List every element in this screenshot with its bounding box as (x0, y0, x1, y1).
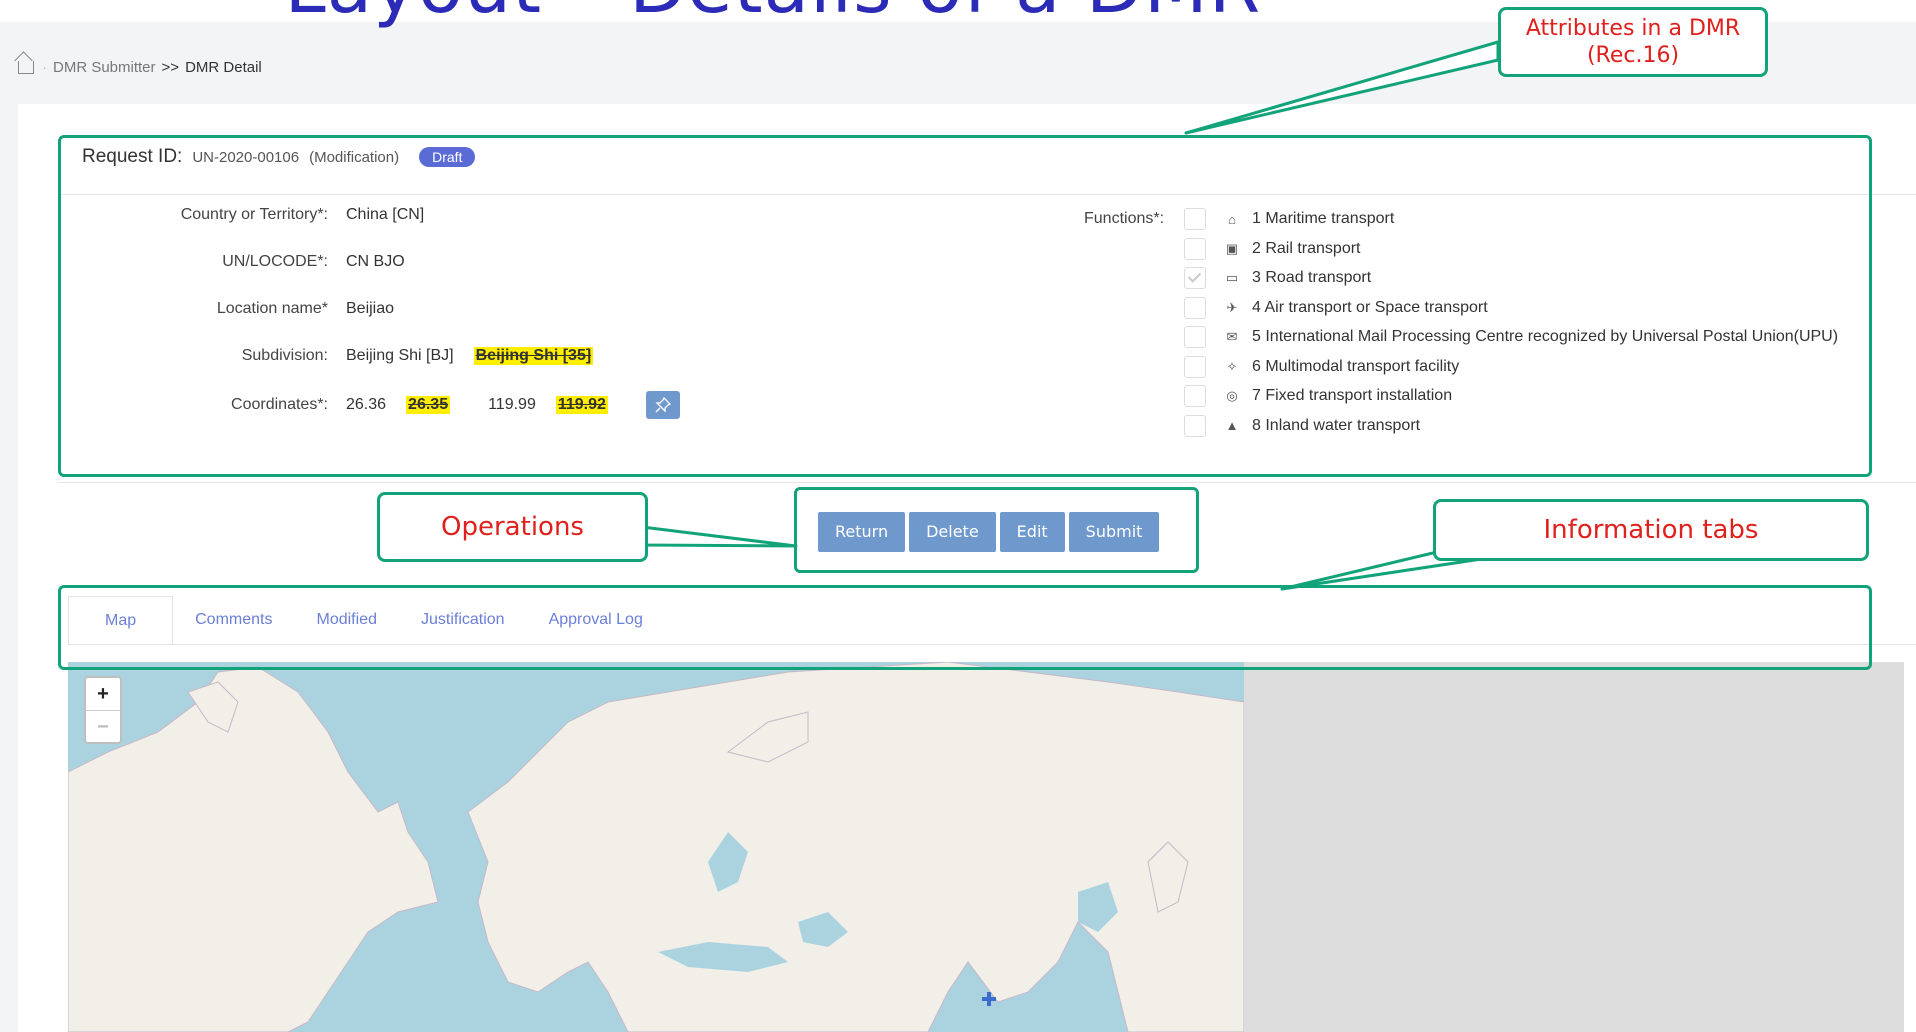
callout-attributes: Attributes in a DMR (Rec.16) (1498, 7, 1768, 77)
callout-operations: Operations (377, 492, 648, 562)
callout-information-tabs: Information tabs (1433, 499, 1869, 561)
